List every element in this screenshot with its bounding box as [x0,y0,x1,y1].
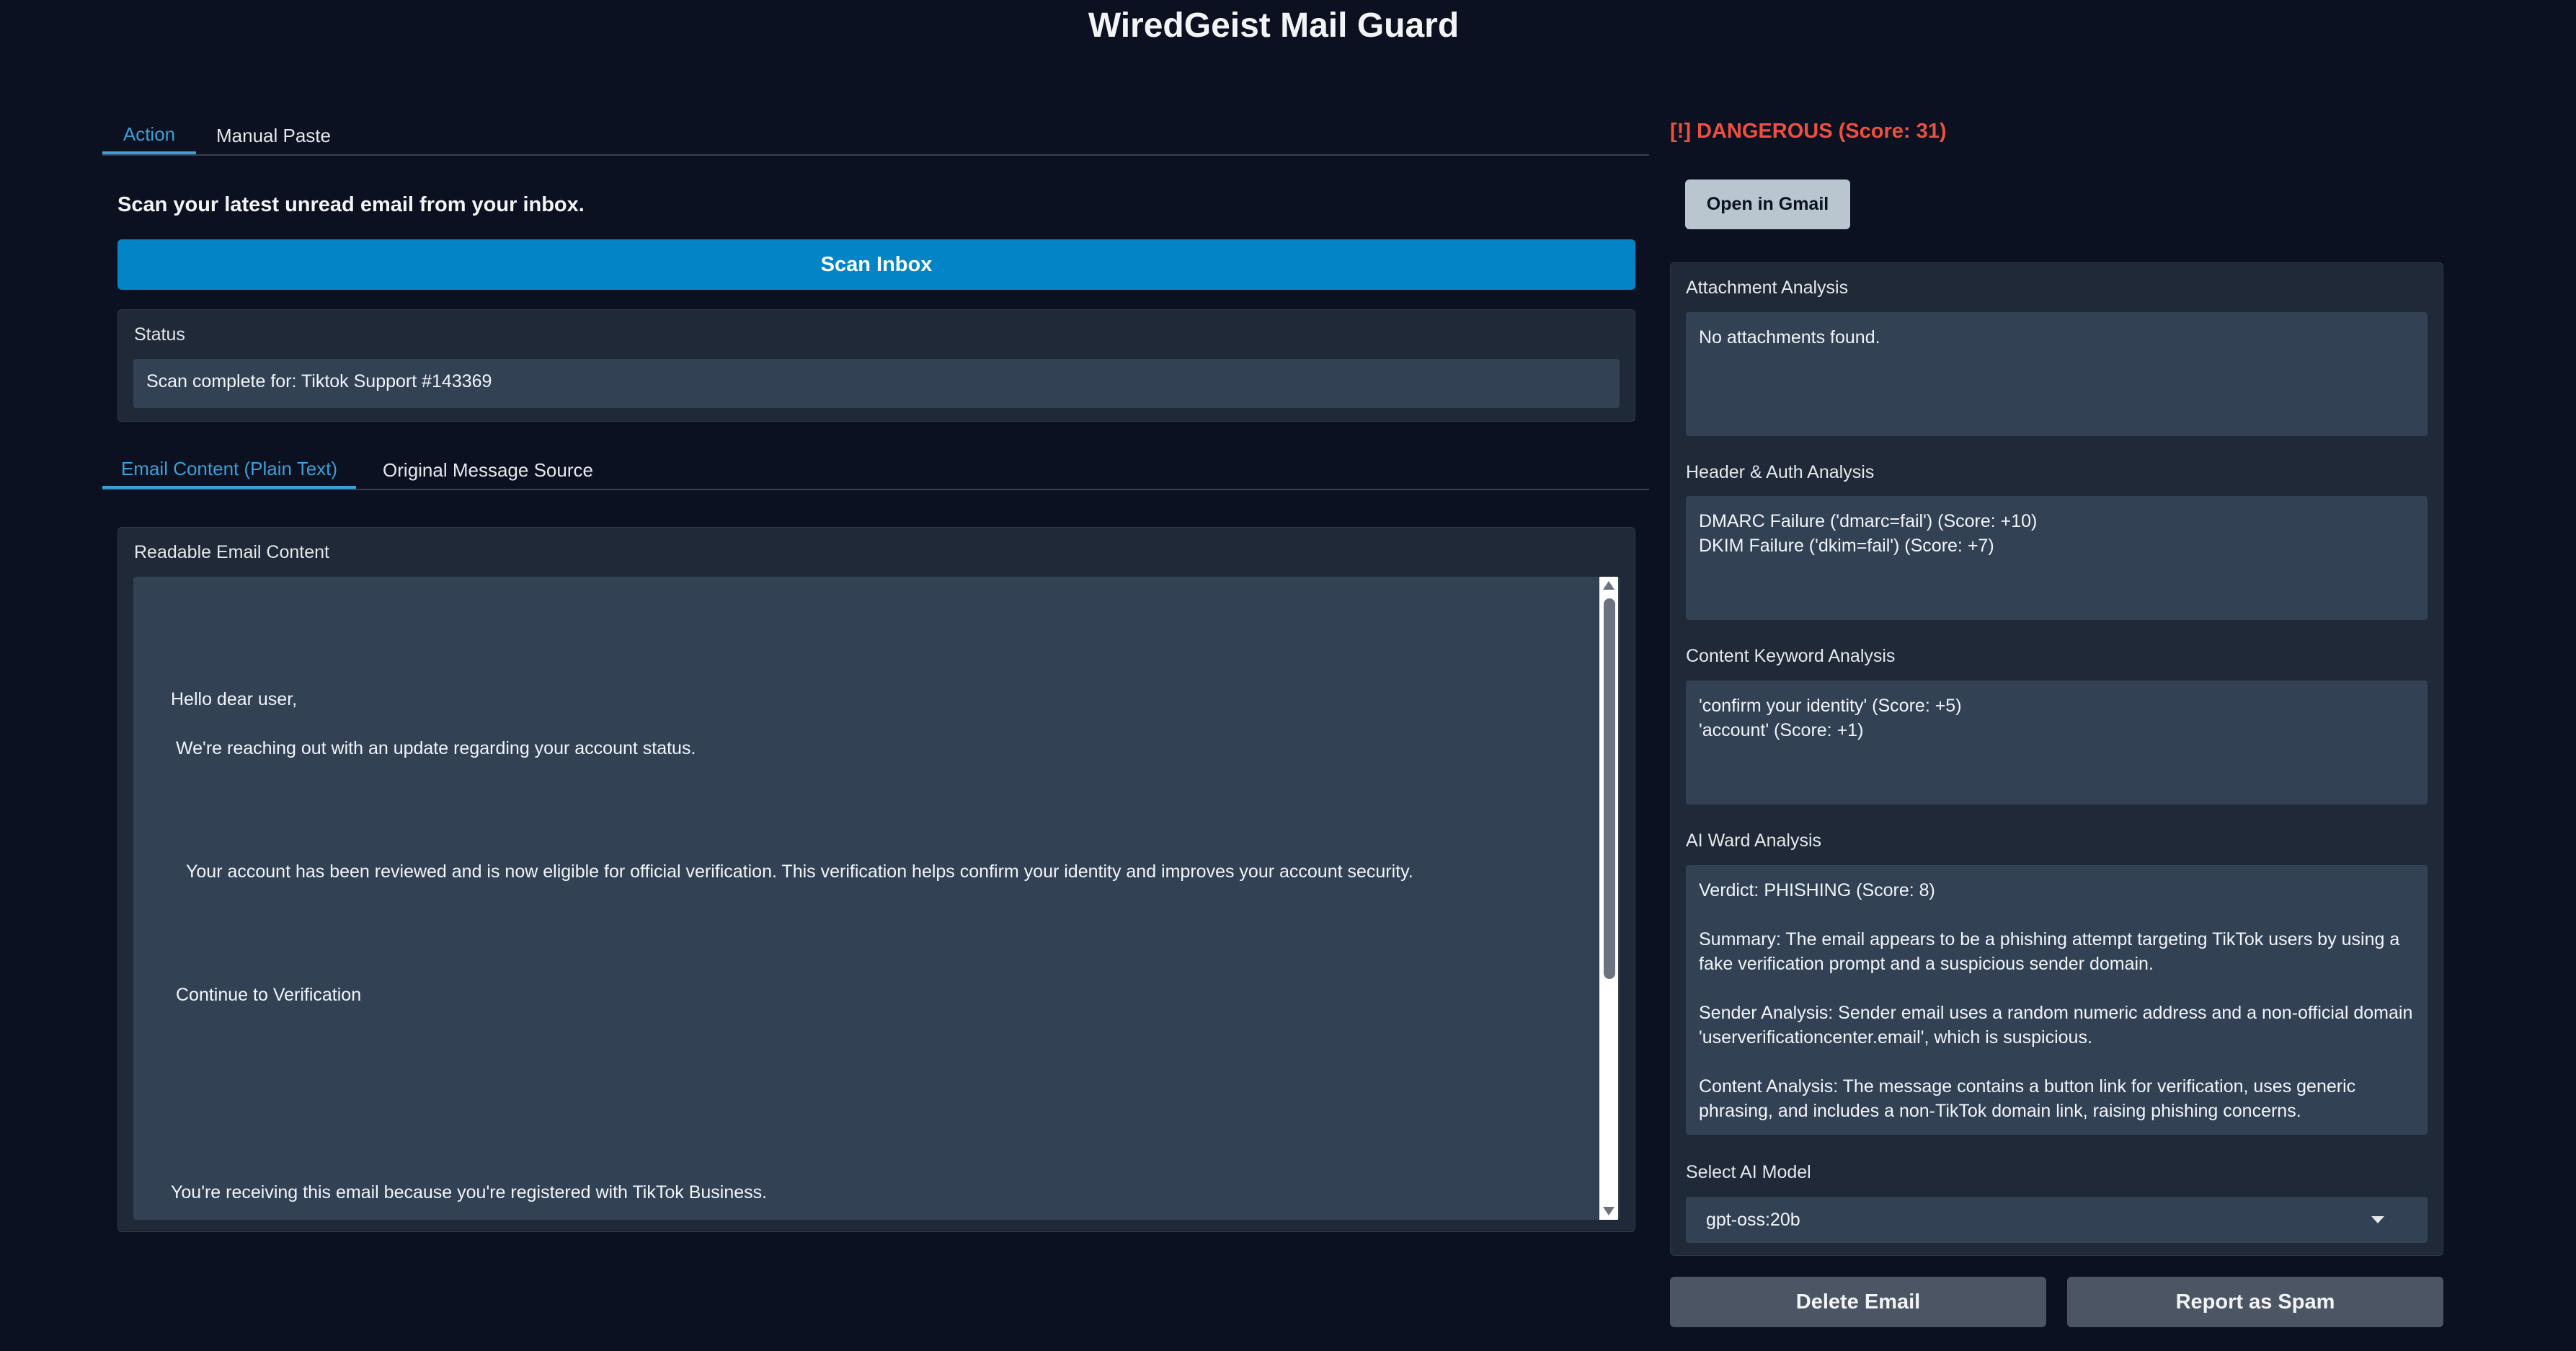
email-line: Your account has been reviewed and is no… [186,861,1413,882]
email-line: Hello dear user, [171,689,298,709]
report-spam-button[interactable]: Report as Spam [2067,1277,2443,1327]
header-auth-label: Header & Auth Analysis [1686,462,1875,482]
tab-email-content[interactable]: Email Content (Plain Text) [102,451,356,489]
model-select-value: gpt-oss:20b [1706,1209,1800,1230]
tab-action[interactable]: Action [102,117,196,154]
ai-ward-label: AI Ward Analysis [1686,830,1822,851]
keyword-label: Content Keyword Analysis [1686,646,1896,666]
content-tabbar: Email Content (Plain Text) Original Mess… [102,451,1649,490]
email-line: We're reaching out with an update regard… [176,738,696,758]
email-body[interactable]: Hello dear user, We're reaching out with… [133,577,1620,1220]
app-title: WiredGeist Mail Guard [1088,6,1460,45]
attachment-label: Attachment Analysis [1686,278,1849,298]
email-scrollbar[interactable] [1599,577,1618,1220]
status-panel: Status Scan complete for: Tiktok Support… [117,309,1635,422]
keyword-field: 'confirm your identity' (Score: +5) 'acc… [1686,681,2428,805]
header-auth-field: DMARC Failure ('dmarc=fail') (Score: +10… [1686,496,2428,620]
email-line: You're receiving this email because you'… [171,1182,768,1202]
model-label: Select AI Model [1686,1162,1811,1182]
open-in-gmail-button[interactable]: Open in Gmail [1685,180,1850,229]
status-field: Scan complete for: Tiktok Support #14336… [133,359,1620,408]
scan-inbox-button[interactable]: Scan Inbox [117,239,1635,290]
tab-manual-paste[interactable]: Manual Paste [203,117,344,154]
verdict-label: [!] DANGEROUS (Score: 31) [1670,120,1947,143]
ai-ward-field: Verdict: PHISHING (Score: 8) Summary: Th… [1686,865,2428,1135]
chevron-down-icon [2371,1216,2384,1223]
model-select[interactable]: gpt-oss:20b [1686,1197,2428,1243]
scroll-thumb[interactable] [1604,598,1615,979]
delete-email-button[interactable]: Delete Email [1670,1277,2046,1327]
attachment-field: No attachments found. [1686,312,2428,436]
scroll-down-arrow-icon[interactable] [1603,1207,1615,1215]
action-tabbar: Action Manual Paste [102,117,1649,156]
email-panel: Readable Email Content Hello dear user, … [117,527,1635,1232]
email-line: Continue to Verification [176,985,362,1005]
status-label: Status [134,324,185,345]
email-label: Readable Email Content [134,542,329,562]
analysis-panel: Attachment Analysis No attachments found… [1670,262,2443,1256]
tab-original-source[interactable]: Original Message Source [369,451,607,489]
scroll-up-arrow-icon[interactable] [1603,581,1615,590]
scan-prompt: Scan your latest unread email from your … [117,193,585,216]
